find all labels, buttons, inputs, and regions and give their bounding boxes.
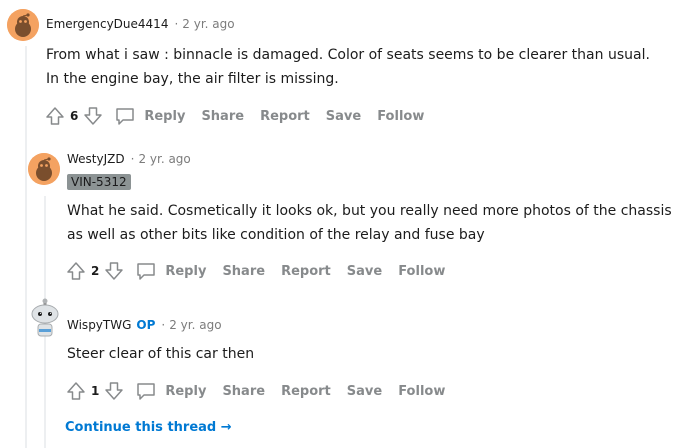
comment-body: Steer clear of this car then: [67, 346, 255, 362]
timestamp[interactable]: 2 yr. ago: [182, 17, 234, 31]
downvote-icon[interactable]: [103, 260, 125, 282]
upvote-icon[interactable]: [65, 380, 87, 402]
downvote-icon[interactable]: [103, 380, 125, 402]
user-flair: VIN-5312: [67, 174, 131, 190]
timestamp[interactable]: 2 yr. ago: [169, 318, 221, 332]
report-button[interactable]: Report: [260, 109, 310, 124]
username[interactable]: WispyTWG: [67, 318, 131, 332]
reply-button[interactable]: Reply: [144, 109, 185, 124]
continue-thread-link[interactable]: Continue this thread →: [65, 420, 232, 435]
share-button[interactable]: Share: [222, 264, 265, 279]
comment-actions: 1 Reply Share Report Save Follow: [65, 379, 445, 403]
username[interactable]: WestyJZD: [67, 152, 125, 166]
comment-actions: 6 Reply Share Report Save Follow: [44, 104, 424, 128]
follow-button[interactable]: Follow: [398, 384, 445, 399]
reply-icon[interactable]: [135, 380, 157, 402]
comment-body: From what i saw : binnacle is damaged. C…: [46, 47, 650, 87]
reply-button[interactable]: Reply: [165, 264, 206, 279]
comment-body: What he said. Cosmetically it looks ok, …: [67, 203, 672, 243]
follow-button[interactable]: Follow: [398, 264, 445, 279]
upvote-icon[interactable]: [44, 105, 66, 127]
share-button[interactable]: Share: [222, 384, 265, 399]
separator-dot: ·: [130, 152, 135, 166]
save-button[interactable]: Save: [347, 384, 382, 399]
downvote-icon[interactable]: [82, 105, 104, 127]
reply-icon[interactable]: [135, 260, 157, 282]
op-badge: OP: [136, 318, 156, 332]
username[interactable]: EmergencyDue4414: [46, 17, 168, 31]
share-button[interactable]: Share: [201, 109, 244, 124]
comment-meta: WestyJZD · 2 yr. ago: [67, 152, 191, 166]
vote-count: 1: [91, 384, 100, 398]
vote-count: 2: [91, 264, 100, 278]
reply-icon[interactable]: [114, 105, 136, 127]
reply-button[interactable]: Reply: [165, 384, 206, 399]
vote-count: 6: [70, 109, 79, 123]
report-button[interactable]: Report: [281, 264, 331, 279]
comment-meta: EmergencyDue4414 · 2 yr. ago: [46, 17, 235, 31]
snoo-avatar-icon: [31, 298, 59, 337]
upvote-icon[interactable]: [65, 260, 87, 282]
follow-button[interactable]: Follow: [377, 109, 424, 124]
thread-line-root[interactable]: [25, 46, 27, 448]
snoo-avatar-icon: [7, 9, 39, 41]
save-button[interactable]: Save: [326, 109, 361, 124]
avatar[interactable]: [28, 298, 62, 340]
snoo-avatar-icon: [28, 153, 60, 185]
save-button[interactable]: Save: [347, 264, 382, 279]
avatar[interactable]: [7, 9, 39, 41]
timestamp[interactable]: 2 yr. ago: [138, 152, 190, 166]
separator-dot: ·: [161, 318, 166, 332]
report-button[interactable]: Report: [281, 384, 331, 399]
avatar[interactable]: [28, 153, 60, 185]
separator-dot: ·: [174, 17, 179, 31]
comment-meta: WispyTWG OP · 2 yr. ago: [67, 318, 222, 332]
comment-actions: 2 Reply Share Report Save Follow: [65, 259, 445, 283]
